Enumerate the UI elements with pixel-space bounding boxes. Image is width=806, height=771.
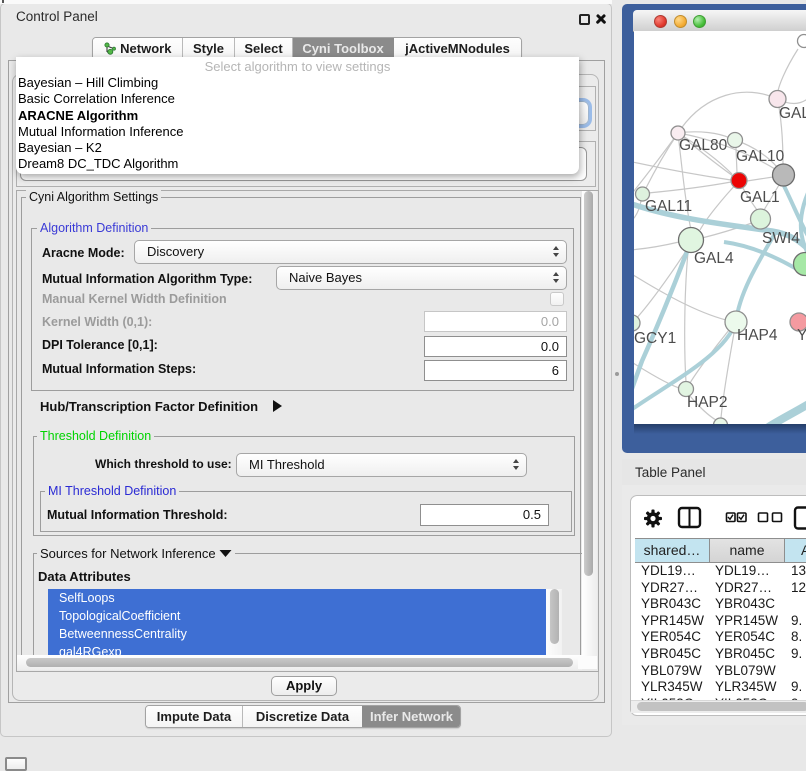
svg-text:GCY1: GCY1	[634, 330, 676, 347]
svg-text:GAL: GAL	[779, 105, 806, 122]
svg-text:SWI4: SWI4	[762, 230, 800, 247]
svg-text:GAL11: GAL11	[645, 198, 692, 215]
svg-text:HAP4: HAP4	[737, 327, 778, 344]
svg-text:Y: Y	[797, 327, 806, 344]
svg-text:GAL10: GAL10	[736, 148, 785, 165]
svg-text:HAP2: HAP2	[687, 394, 728, 411]
svg-text:GAL80: GAL80	[679, 137, 728, 154]
svg-text:GAL4: GAL4	[694, 250, 734, 267]
svg-text:GAL1: GAL1	[740, 189, 780, 206]
